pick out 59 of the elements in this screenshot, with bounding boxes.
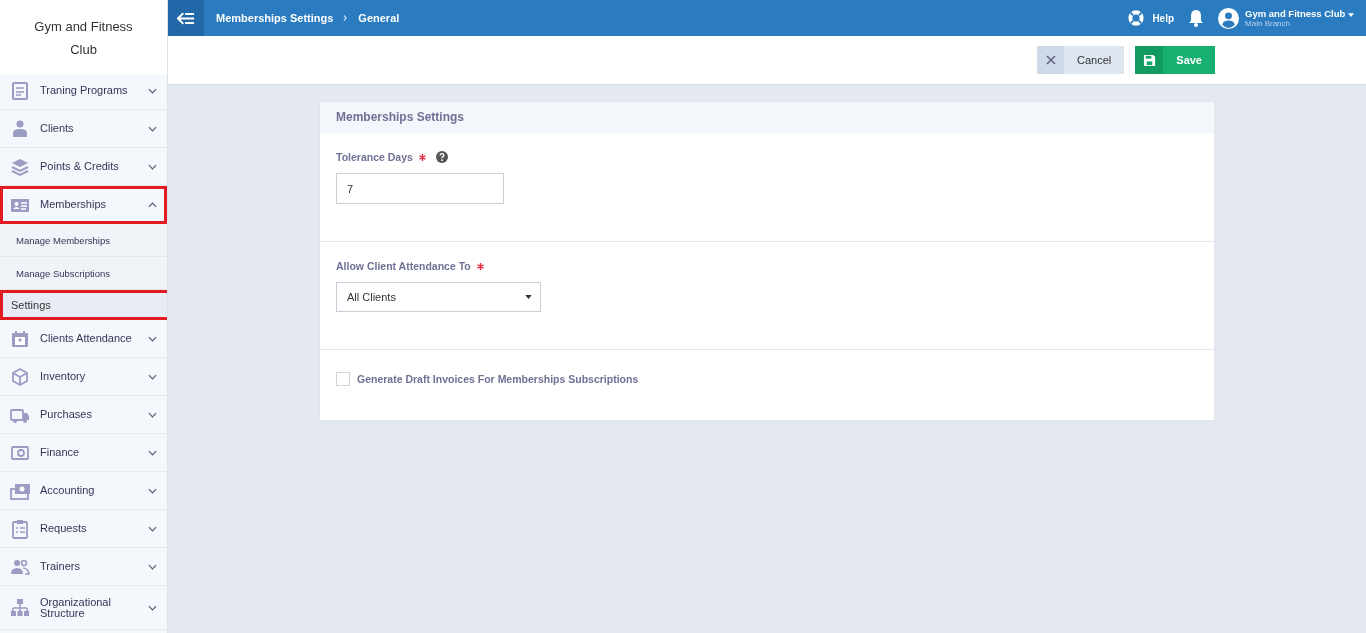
chevron-down-icon xyxy=(148,449,157,456)
chevron-down-icon xyxy=(148,563,157,570)
field-label: Tolerance Days xyxy=(336,151,413,163)
sidebar-item[interactable]: Finance xyxy=(0,434,167,472)
submenu-item[interactable]: Manage Memberships xyxy=(0,224,167,257)
account-menu-button[interactable]: Gym and Fitness Club xyxy=(1245,8,1354,19)
notification-bell-icon[interactable] xyxy=(1188,9,1205,27)
input-field[interactable]: 7 xyxy=(336,173,504,204)
chevron-down-icon xyxy=(148,335,157,342)
submenu-item[interactable]: Manage Subscriptions xyxy=(0,257,167,290)
sidebar-item[interactable]: Trainers xyxy=(0,548,167,586)
field-label: Allow Client Attendance To xyxy=(336,260,471,272)
cancel-button[interactable]: Cancel xyxy=(1037,46,1125,74)
chevron-down-icon xyxy=(148,525,157,532)
caret-icon xyxy=(1348,13,1354,17)
chevron-right-icon xyxy=(343,14,349,22)
menu-icon xyxy=(10,156,30,177)
menu-collapse-icon xyxy=(177,11,195,25)
menu-icon xyxy=(10,328,30,349)
sidebar-item[interactable]: Clients Attendance xyxy=(0,320,167,358)
sidebar-item[interactable]: Requests xyxy=(0,510,167,548)
dropdown-select[interactable]: All Clients xyxy=(336,282,541,312)
panel-title: Memberships Settings xyxy=(320,102,1214,133)
close-icon xyxy=(1045,55,1056,65)
menu-icon xyxy=(10,597,30,618)
chevron-down-icon xyxy=(148,163,157,170)
sidebar-item[interactable]: Accounting xyxy=(0,472,167,510)
chevron-down-icon xyxy=(148,411,157,418)
sidebar-item[interactable]: Clients xyxy=(0,110,167,148)
chevron-down-icon xyxy=(148,604,157,611)
submenu-item[interactable]: Settings xyxy=(0,290,167,320)
brand-name: Gym and Fitness Club xyxy=(33,17,134,59)
help-icon[interactable] xyxy=(435,151,448,163)
menu-icon xyxy=(10,518,30,539)
sidebar-item[interactable]: Inventory xyxy=(0,358,167,396)
lifebuoy-icon xyxy=(1127,9,1146,27)
sidebar-item[interactable]: Traning Programs xyxy=(0,72,167,110)
sidebar-toggle-button[interactable] xyxy=(168,0,204,36)
checkbox[interactable] xyxy=(336,372,350,386)
chevron-down-icon xyxy=(148,125,157,132)
menu-icon xyxy=(10,366,30,387)
chevron-up-icon xyxy=(148,201,157,208)
caret-icon xyxy=(525,295,532,299)
help-button[interactable]: Help xyxy=(1127,9,1175,27)
sidebar-item[interactable]: Points & Credits xyxy=(0,148,167,186)
chevron-down-icon xyxy=(148,373,157,380)
menu-icon xyxy=(10,80,30,101)
sidebar-item[interactable]: Memberships xyxy=(0,186,167,224)
chevron-down-icon xyxy=(148,487,157,494)
user-avatar-icon[interactable] xyxy=(1218,7,1240,29)
save-icon xyxy=(1142,53,1156,67)
branch-name: Main Branch xyxy=(1245,19,1291,28)
sidebar-item[interactable]: Purchases xyxy=(0,396,167,434)
checkbox-label[interactable]: Generate Draft Invoices For Memberships Subscriptions xyxy=(357,373,639,385)
menu-icon xyxy=(10,118,30,139)
breadcrumb-item: General xyxy=(358,12,400,24)
sidebar-item[interactable]: Organizational Structure xyxy=(0,586,167,630)
breadcrumb-item[interactable]: Memberships Settings xyxy=(216,12,334,24)
chevron-down-icon xyxy=(148,87,157,94)
